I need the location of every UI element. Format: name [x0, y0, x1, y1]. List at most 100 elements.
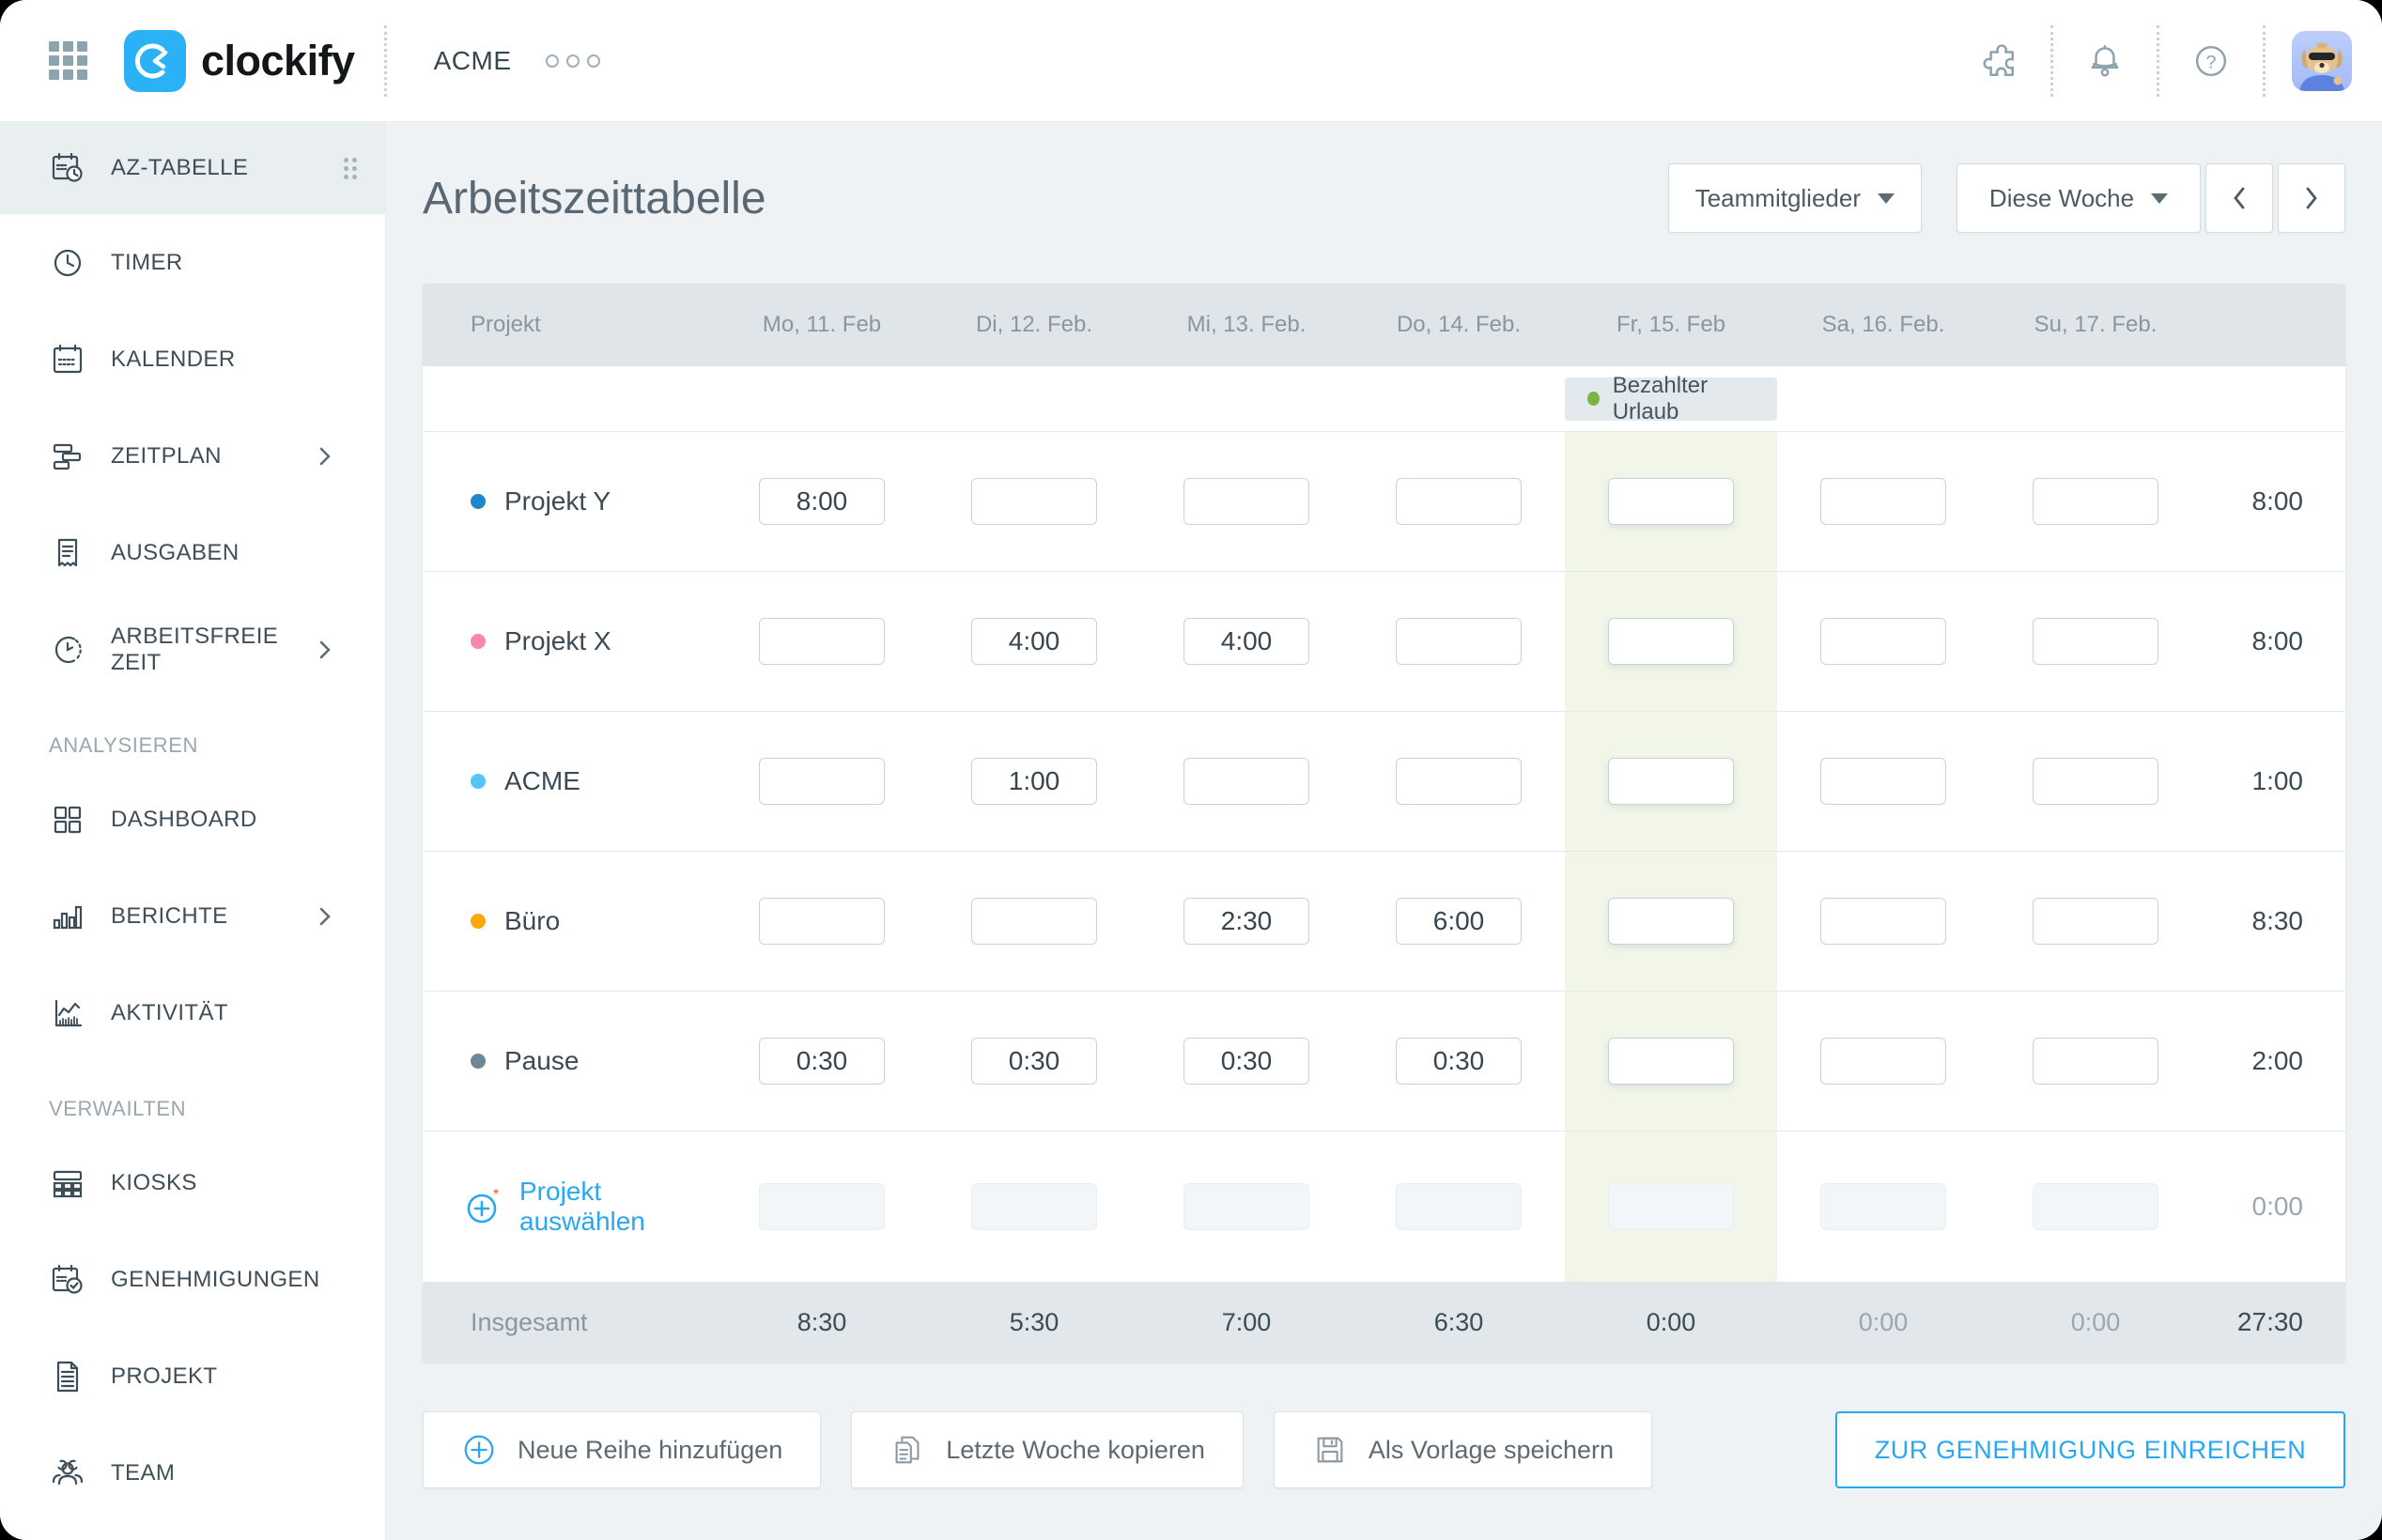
time-entry-input-disabled — [759, 1183, 885, 1230]
next-week-button[interactable] — [2278, 163, 2345, 233]
select-project-button[interactable]: * Projekt auswählen — [423, 1177, 716, 1237]
table-row: Büro 8:30 — [423, 852, 2345, 992]
sidebar-item-label: PROJEKT — [111, 1363, 217, 1390]
project-name: Pause — [504, 1046, 579, 1076]
sidebar-item-ausgaben[interactable]: AUSGABEN — [0, 504, 385, 601]
day-total: 5:30 — [928, 1308, 1140, 1337]
sidebar-item-zeitplan[interactable]: ZEITPLAN — [0, 408, 385, 504]
row-total: 2:00 — [2202, 1046, 2345, 1076]
time-entry-input[interactable] — [1820, 478, 1946, 525]
sidebar-item-kalender[interactable]: KALENDER — [0, 311, 385, 408]
sidebar-item-genehmigungen[interactable]: GENEHMIGUNGEN — [0, 1231, 385, 1328]
table-row: Pause 2:00 — [423, 992, 2345, 1132]
time-entry-input[interactable] — [971, 618, 1097, 665]
time-entry-input-disabled — [2033, 1183, 2158, 1230]
time-entry-input[interactable] — [1183, 898, 1309, 945]
save-template-button[interactable]: Als Vorlage speichern — [1274, 1411, 1652, 1488]
time-entry-input[interactable] — [1820, 618, 1946, 665]
team-members-dropdown[interactable]: Teammitglieder — [1668, 163, 1922, 233]
clockify-logo[interactable]: clockify — [124, 30, 355, 92]
time-entry-input[interactable] — [1183, 478, 1309, 525]
brand-name: clockify — [201, 37, 355, 85]
time-entry-input[interactable] — [971, 898, 1097, 945]
column-header: Do, 14. Feb. — [1353, 312, 1565, 338]
help-icon[interactable]: ? — [2159, 40, 2263, 82]
time-entry-input[interactable] — [1608, 1038, 1734, 1085]
time-entry-input[interactable] — [759, 1038, 885, 1085]
sidebar-item-label: TIMER — [111, 250, 183, 276]
chevron-right-icon — [317, 639, 333, 661]
time-entry-input[interactable] — [971, 1038, 1097, 1085]
time-entry-input[interactable] — [971, 758, 1097, 805]
time-entry-input[interactable] — [1183, 758, 1309, 805]
save-floppy-icon — [1312, 1432, 1348, 1468]
time-entry-input[interactable] — [1183, 1038, 1309, 1085]
time-entry-input[interactable] — [1608, 618, 1734, 665]
drag-handle-icon[interactable] — [344, 158, 357, 179]
sidebar-item-timer[interactable]: TIMER — [0, 214, 385, 311]
time-entry-input[interactable] — [759, 478, 885, 525]
time-entry-input[interactable] — [1396, 758, 1522, 805]
workspace-name[interactable]: ACME — [434, 46, 512, 76]
sidebar-item-team[interactable]: TEAM — [0, 1424, 385, 1521]
page-title: Arbeitszeittabelle — [423, 173, 766, 224]
time-entry-input[interactable] — [1183, 618, 1309, 665]
chevron-down-icon — [1878, 193, 1895, 204]
submit-for-approval-button[interactable]: ZUR GENEHMIGUNG EINREICHEN — [1835, 1411, 2345, 1488]
workspace-more-menu-icon[interactable] — [546, 54, 600, 68]
sidebar-item-label: DASHBOARD — [111, 807, 257, 833]
time-entry-input[interactable] — [759, 898, 885, 945]
time-entry-input[interactable] — [2033, 898, 2158, 945]
sidebar-item-berichte[interactable]: BERICHTE — [0, 868, 385, 964]
top-bar: clockify ACME — [0, 0, 2382, 122]
user-avatar[interactable] — [2292, 31, 2352, 91]
week-selector-dropdown[interactable]: Diese Woche — [1957, 163, 2201, 233]
sidebar-section-analyze: ANALYSIEREN — [0, 698, 385, 771]
sidebar-item-az-tabelle[interactable]: AZ-TABELLE — [0, 122, 385, 214]
copy-last-week-button[interactable]: Letzte Woche kopieren — [851, 1411, 1244, 1488]
time-entry-input[interactable] — [971, 478, 1097, 525]
time-entry-input[interactable] — [1820, 1038, 1946, 1085]
chevron-right-icon — [317, 905, 333, 928]
time-entry-input[interactable] — [759, 758, 885, 805]
totals-row: Insgesamt 8:30 5:30 7:00 6:30 0:00 0:00 … — [423, 1282, 2345, 1363]
column-header: Sa, 16. Feb. — [1777, 312, 1989, 338]
time-entry-input[interactable] — [1396, 898, 1522, 945]
notifications-bell-icon[interactable] — [2053, 41, 2157, 81]
svg-text:?: ? — [2205, 52, 2216, 72]
sidebar-item-dashboard[interactable]: DASHBOARD — [0, 771, 385, 868]
time-entry-input[interactable] — [1820, 758, 1946, 805]
time-entry-input[interactable] — [1820, 898, 1946, 945]
sidebar-item-label: BERICHTE — [111, 903, 228, 930]
column-header: Fr, 15. Feb — [1565, 312, 1777, 338]
day-total: 0:00 — [1565, 1308, 1777, 1337]
sidebar-item-arbeitsfreie-zeit[interactable]: ARBEITSFREIE ZEIT — [0, 601, 385, 698]
integrations-puzzle-icon[interactable] — [1947, 41, 2050, 81]
previous-week-button[interactable] — [2205, 163, 2273, 233]
time-entry-input-disabled — [1608, 1183, 1734, 1230]
required-asterisk-icon: * — [493, 1188, 499, 1203]
sidebar-item-label: TEAM — [111, 1460, 175, 1486]
app-switcher-icon[interactable] — [49, 41, 88, 81]
time-entry-input[interactable] — [2033, 758, 2158, 805]
time-entry-input[interactable] — [1608, 478, 1734, 525]
sidebar-item-aktivitaet[interactable]: AKTIVITÄT — [0, 964, 385, 1061]
time-entry-input[interactable] — [2033, 618, 2158, 665]
project-color-dot — [471, 774, 486, 789]
sidebar-item-label: ARBEITSFREIE ZEIT — [111, 624, 304, 676]
time-entry-input[interactable] — [759, 618, 885, 665]
time-entry-input-disabled — [971, 1183, 1097, 1230]
column-header: Su, 17. Feb. — [1989, 312, 2202, 338]
time-entry-input[interactable] — [1608, 758, 1734, 805]
day-total: 0:00 — [1777, 1308, 1989, 1337]
add-row-button[interactable]: Neue Reihe hinzufügen — [423, 1411, 821, 1488]
time-entry-input[interactable] — [2033, 478, 2158, 525]
time-entry-input[interactable] — [1608, 898, 1734, 945]
time-entry-input[interactable] — [1396, 1038, 1522, 1085]
time-entry-input[interactable] — [2033, 1038, 2158, 1085]
sidebar-item-projekt[interactable]: PROJEKT — [0, 1328, 385, 1424]
time-entry-input[interactable] — [1396, 478, 1522, 525]
time-entry-input[interactable] — [1396, 618, 1522, 665]
sidebar-item-kiosks[interactable]: KIOSKS — [0, 1134, 385, 1231]
timesheet-table: Projekt Mo, 11. Feb Di, 12. Feb. Mi, 13.… — [423, 284, 2345, 1363]
